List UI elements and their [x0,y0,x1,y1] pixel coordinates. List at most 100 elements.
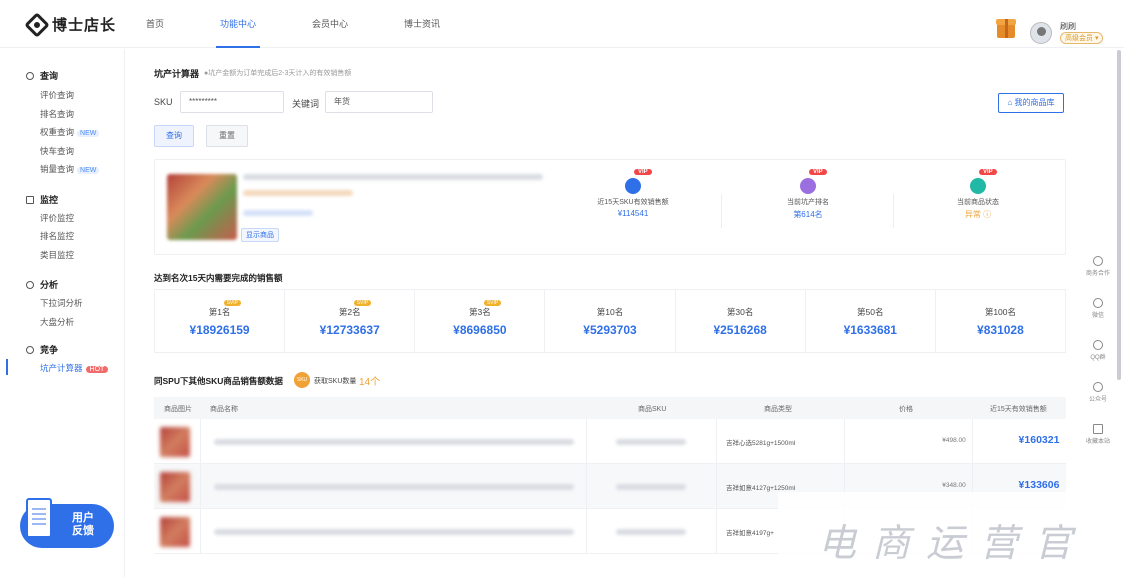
sidebar: 查询 评价查询 排名查询 权重查询 NEW 快车查询 销量查询 NEW 监控 评价监… [0,49,125,577]
wechat-button[interactable]: 微信 [1080,298,1116,336]
product-title-blurred [243,174,543,180]
active-indicator [6,359,8,375]
new-badge: NEW [77,130,100,137]
avatar[interactable] [1030,22,1052,44]
product-image[interactable] [167,174,237,240]
clock-icon [26,280,34,289]
nav-news[interactable]: 博士资讯 [404,0,440,48]
sku-count-value: 14个 [359,377,381,388]
product-thumbnail [160,427,190,457]
floating-sidebar: 商务合作 微信 QQ群 公众号 收藏本站 [1080,252,1116,462]
new-badge: NEW [77,167,100,174]
rank-cell: SVIP 第3名 ¥8696850 [415,290,546,352]
sidebar-item-rank-query[interactable]: 排名查询 [40,108,74,120]
nav-membership[interactable]: 会员中心 [312,0,348,48]
sidebar-group-analysis[interactable]: 分析 [26,278,58,291]
product-sku-blurred [616,529,686,535]
qq-group-button[interactable]: QQ群 [1080,340,1116,378]
rank-cell: 第10名 ¥5293703 [545,290,676,352]
hot-badge: HOT [85,366,109,373]
keyword-label: 关键词 [292,99,320,109]
product-name-blurred [214,529,574,535]
sidebar-group-competition[interactable]: 竞争 [26,343,58,356]
rank-cell: 第50名 ¥1633681 [806,290,936,352]
keyword-input[interactable]: 年货 [325,91,433,113]
sidebar-item-rank-monitor[interactable]: 排名监控 [40,230,74,242]
rank-cell: SVIP 第2名 ¥12733637 [285,290,416,352]
product-shop-blurred [243,210,313,216]
sidebar-item-pit-calculator[interactable]: 坑产计算器 HOT [40,362,109,374]
business-cooperation-button[interactable]: 商务合作 [1080,256,1116,294]
sidebar-item-review-query[interactable]: 评价查询 [40,89,74,101]
svip-badge: SVIP [353,300,372,306]
page-title: 坑产计算器 [154,69,200,79]
vip-badge: VIP [634,169,652,175]
yen-icon: VIP [625,169,652,194]
product-name-blurred [214,439,574,445]
show-product-link[interactable]: 显示商品 [241,228,279,242]
sku-label: SKU [154,97,173,107]
stat-sales-15d: VIP 近15天SKU有效销售额 ¥114541 [597,169,669,218]
vip-badge: VIP [809,169,827,175]
wechat-icon [1093,298,1103,308]
logo-icon [24,11,50,38]
svip-badge: SVIP [483,300,502,306]
top-bar: 博士店长 首页 功能中心 会员中心 博士资讯 刷刷 高级会员 ▾ [0,0,1124,48]
reset-button[interactable]: 重置 [206,125,248,147]
sidebar-item-express-query[interactable]: 快车查询 [40,145,74,157]
sidebar-item-sales-query[interactable]: 销量查询 NEW [40,163,100,175]
status-icon: VIP [970,169,997,194]
sku-count-label: 获取SKU数量 [314,378,357,385]
svip-badge: SVIP [223,300,241,306]
product-name-blurred [214,484,574,490]
rank-cell: 第100名 ¥831028 [977,307,1024,337]
main-nav: 首页 功能中心 会员中心 博士资讯 [146,0,496,48]
user-name: 刷刷 [1060,22,1076,31]
product-sku-blurred [616,439,686,445]
star-icon [1093,424,1103,434]
sidebar-item-market-analysis[interactable]: 大盘分析 [40,316,74,328]
chat-icon [1093,382,1103,392]
rank-chart-icon: VIP [800,169,827,194]
sidebar-item-review-monitor[interactable]: 评价监控 [40,212,74,224]
page-tip: ●坑产金额为订单完成后2-3天计入的有效销售额 [204,70,352,77]
brand-name: 博士店长 [52,17,117,34]
target-icon [26,345,34,354]
product-thumbnail [160,472,190,502]
stat-product-status: VIP 当前商品状态 异常 ⓘ [957,169,999,219]
sku-badge: SKU [294,372,310,388]
my-product-library-button[interactable]: ⌂ 我的商品库 [998,93,1064,113]
spu-section-title: 同SPU下其他SKU商品销售额数据 [154,376,283,386]
brand-logo[interactable]: 博士店长 [24,11,117,38]
sidebar-item-category-monitor[interactable]: 类目监控 [40,249,74,261]
ranking-table: SVIP 第1名 ¥18926159 SVIP 第2名 ¥12733637 SVIP 第3… [154,289,1066,353]
scrollbar[interactable] [1117,50,1121,380]
feedback-button[interactable]: 用户 反馈 [20,498,114,548]
sidebar-group-monitor[interactable]: 监控 [26,193,58,206]
nav-features[interactable]: 功能中心 [216,0,261,48]
sidebar-item-weight-query[interactable]: 权重查询 NEW [40,126,100,138]
sku-input[interactable]: ********* [180,91,284,113]
product-card: 显示商品 VIP 近15天SKU有效销售额 ¥114541 VIP 当前坑产排名… [154,159,1066,255]
bookmark-button[interactable]: 收藏本站 [1080,424,1116,462]
product-thumbnail [160,517,190,547]
qq-icon [1093,340,1103,350]
watermark: 电商运营官 [778,492,1124,577]
product-meta-blurred [243,190,353,196]
gift-icon[interactable] [996,19,1016,38]
vip-badge: VIP [979,169,997,175]
search-icon [26,71,34,80]
sidebar-item-dropdown-analysis[interactable]: 下拉词分析 [40,297,83,309]
rank-cell: 第30名 ¥2516268 [676,290,806,352]
query-button[interactable]: 查询 [154,125,194,147]
nav-home[interactable]: 首页 [146,0,164,48]
official-account-button[interactable]: 公众号 [1080,382,1116,420]
document-icon [26,498,52,538]
sidebar-group-query[interactable]: 查询 [26,69,58,82]
rank-cell: SVIP 第1名 ¥18926159 [155,290,286,352]
member-level-dropdown[interactable]: 高级会员 ▾ [1060,32,1104,44]
table-row[interactable]: 吉祥心选5281g+1500ml ¥498.00 ¥160321 [154,419,1066,464]
stat-current-rank: VIP 当前坑产排名 第614名 [787,169,829,219]
table-header: 商品图片 商品名称 商品SKU 商品类型 价格 近15天有效销售额 [154,397,1066,419]
ranking-section-title: 达到名次15天内需要完成的销售额 [154,273,283,283]
